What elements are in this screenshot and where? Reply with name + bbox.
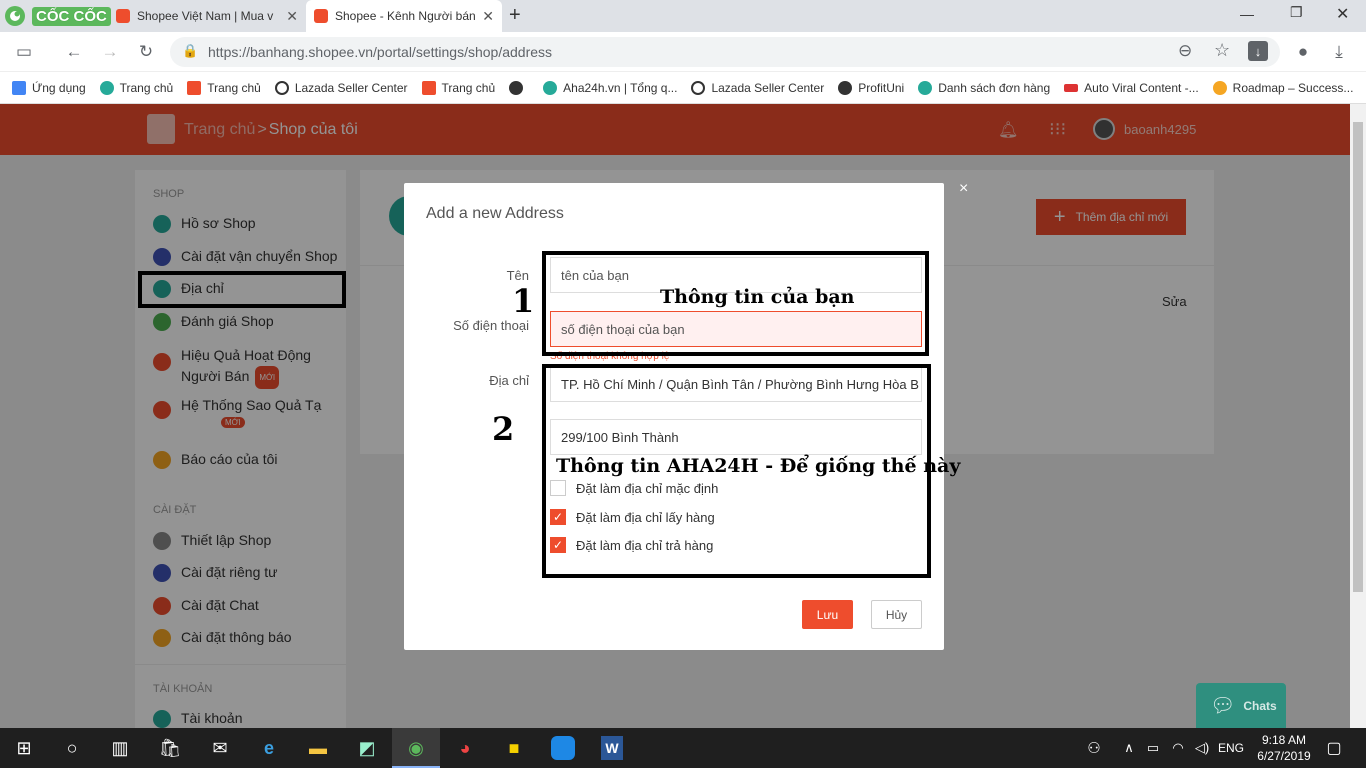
notification-center-icon[interactable]: ▢	[1322, 736, 1346, 760]
restore-icon[interactable]: ❐	[1290, 4, 1303, 21]
url-text: https://banhang.shopee.vn/portal/setting…	[208, 44, 553, 60]
bookmark-item[interactable]: Trang chủ	[187, 80, 261, 95]
bookmark-item[interactable]: Trang chủ	[99, 80, 173, 95]
mail-icon[interactable]: ✉	[208, 736, 232, 760]
clock-date: 6/27/2019	[1257, 749, 1311, 763]
bookmark-item[interactable]: Lazada Seller Center	[691, 80, 824, 95]
cancel-button[interactable]: Hủy	[871, 600, 922, 629]
downloads-icon[interactable]: ⤓	[1327, 40, 1351, 64]
bookmark-star-icon[interactable]: ☆	[1214, 40, 1230, 61]
bookmark-favicon-icon	[918, 80, 933, 95]
bookmarks-bar: Ứng dụng Trang chủ Trang chủ Lazada Sell…	[0, 72, 1366, 104]
annotation-number-2: 2	[492, 410, 515, 448]
browser-brand: CỐC CỐC	[32, 6, 111, 26]
word-icon[interactable]: W	[601, 736, 623, 760]
bookmark-favicon-icon	[691, 80, 706, 95]
lock-icon: 🔒	[182, 43, 199, 58]
battery-icon[interactable]: ▭	[1141, 736, 1165, 760]
shopee-favicon-icon	[187, 80, 202, 95]
task-view-icon[interactable]: ▥	[108, 736, 132, 760]
tab-title: Shopee - Kênh Người bán	[335, 9, 476, 23]
annotation-text-1: Thông tin của bạn	[660, 286, 855, 308]
bookmark-item[interactable]: Roadmap – Success...	[1212, 80, 1353, 95]
chrome-icon[interactable]: ◕	[453, 736, 477, 760]
clock[interactable]: 9:18 AM 6/27/2019	[1254, 732, 1314, 764]
bookmark-item[interactable]: ProfitUni	[838, 80, 904, 95]
bookmark-item[interactable]: Auto Viral Content -...	[1064, 81, 1199, 95]
reload-icon[interactable]: ↻	[134, 40, 158, 64]
scrollbar-thumb[interactable]	[1353, 122, 1363, 592]
tab-close-icon[interactable]: ✕	[482, 8, 494, 25]
minimize-icon[interactable]: —	[1240, 6, 1254, 22]
tab-shopee-vietnam[interactable]: Shopee Việt Nam | Mua v ✕	[108, 0, 306, 32]
globe-icon	[509, 80, 524, 95]
address-bar[interactable]: 🔒 https://banhang.shopee.vn/portal/setti…	[170, 37, 1280, 67]
coccoc-logo-icon	[5, 6, 25, 26]
shopee-favicon-icon	[314, 9, 328, 23]
page-scrollbar[interactable]	[1350, 104, 1366, 728]
profile-icon[interactable]: ●	[1291, 40, 1315, 64]
bookmark-favicon-icon	[274, 80, 289, 95]
tray-expand-icon[interactable]: ∧	[1117, 736, 1141, 760]
store-icon[interactable]: 🛍︎	[158, 736, 182, 760]
file-explorer-icon[interactable]: ▬	[306, 736, 330, 760]
bookmark-item[interactable]: Lazada Seller Center	[274, 80, 408, 95]
download-icon[interactable]: ↓	[1248, 41, 1268, 61]
tab-title: Shopee Việt Nam | Mua v	[137, 9, 274, 23]
annotation-text-2: Thông tin AHA24H - Để giống thế này	[556, 455, 961, 477]
modal-title: Add a new Address	[426, 205, 564, 222]
globe-icon	[838, 80, 853, 95]
windows-taskbar: ⊞ ○ ▥ 🛍︎ ✉ e ▬ ◩ ◉ ◕ ■ W ⚇ ∧ ▭ ◠ ◁) ENG …	[0, 728, 1366, 768]
phone-label: Số điện thoại	[453, 318, 529, 333]
modal-close-icon[interactable]: ×	[959, 180, 968, 198]
tab-shopee-seller[interactable]: Shopee - Kênh Người bán ✕	[306, 0, 502, 32]
bookmark-favicon-icon	[1064, 83, 1079, 92]
shopee-favicon-icon	[421, 80, 436, 95]
zoom-icon[interactable]: ⊖	[1178, 41, 1192, 61]
search-icon[interactable]: ○	[60, 736, 84, 760]
sticky-notes-icon[interactable]: ■	[502, 736, 526, 760]
language-indicator[interactable]: ENG	[1218, 741, 1244, 755]
address-label: Địa chỉ	[489, 373, 529, 388]
shopee-favicon-icon	[116, 9, 130, 23]
apps-grid-icon	[12, 80, 26, 95]
chat-bubble-icon: 💬︎	[1210, 695, 1236, 717]
browser-logo[interactable]: CỐC CỐC	[4, 5, 111, 27]
bookmark-favicon-icon	[99, 80, 114, 95]
save-button[interactable]: Lưu	[802, 600, 853, 629]
forward-icon[interactable]: →	[98, 40, 122, 64]
edge-icon[interactable]: e	[257, 736, 281, 760]
chat-widget[interactable]: 💬︎ Chats	[1196, 683, 1286, 728]
browser-toolbar: ▭ ← → ↻ 🔒 https://banhang.shopee.vn/port…	[0, 32, 1366, 72]
volume-icon[interactable]: ◁)	[1190, 736, 1214, 760]
sidebar-toggle-icon[interactable]: ▭	[12, 40, 36, 64]
app-icon[interactable]: ◩	[355, 736, 379, 760]
clock-time: 9:18 AM	[1261, 733, 1307, 747]
annotation-box-sidebar	[138, 271, 346, 308]
close-window-icon[interactable]: ✕	[1336, 4, 1349, 24]
bookmark-item[interactable]	[509, 80, 529, 95]
new-tab-icon[interactable]: +	[509, 4, 521, 27]
bookmark-favicon-icon	[543, 80, 558, 95]
wifi-icon[interactable]: ◠	[1166, 736, 1190, 760]
coccoc-icon[interactable]: ◉	[404, 736, 428, 760]
bookmark-item[interactable]: Ứng dụng	[12, 80, 86, 95]
people-icon[interactable]: ⚇	[1082, 736, 1106, 760]
bookmark-item[interactable]: Aha24h.vn | Tổng q...	[543, 80, 677, 95]
bookmark-favicon-icon	[1212, 80, 1227, 95]
bookmark-item[interactable]: Trang chủ	[421, 80, 495, 95]
back-icon[interactable]: ←	[62, 40, 86, 64]
bookmark-item[interactable]: Danh sách đơn hàng	[918, 80, 1050, 95]
annotation-number-1: 1	[512, 282, 535, 320]
name-label: Tên	[506, 268, 529, 283]
tab-close-icon[interactable]: ✕	[286, 8, 298, 25]
browser-tab-bar: CỐC CỐC Shopee Việt Nam | Mua v ✕ Shopee…	[0, 0, 1366, 32]
zalo-icon[interactable]	[551, 736, 575, 760]
windows-start-icon[interactable]: ⊞	[12, 736, 36, 760]
